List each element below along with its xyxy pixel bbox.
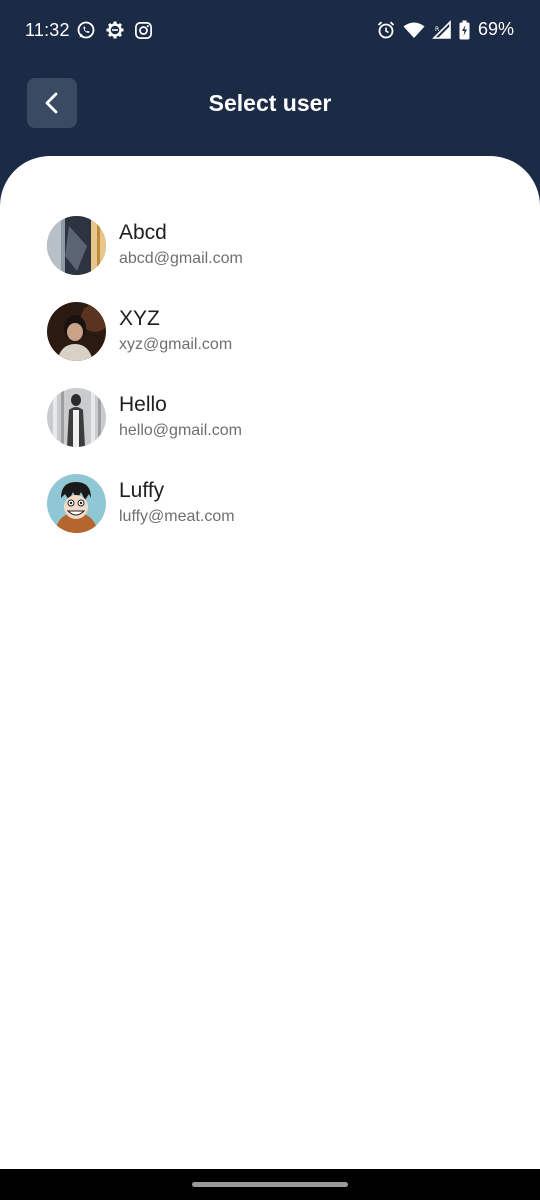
instagram-icon xyxy=(134,21,153,40)
user-email: xyz@gmail.com xyxy=(119,336,233,353)
battery-percentage: 69% xyxy=(477,19,514,39)
user-item-abcd[interactable]: Abcd abcd@gmail.com xyxy=(47,202,507,288)
user-name: XYZ xyxy=(119,307,160,330)
user-item-xyz[interactable]: XYZ xyz@gmail.com xyxy=(47,288,507,374)
svg-text:R: R xyxy=(435,26,439,33)
status-time: 11:32 xyxy=(25,20,70,40)
system-status-icons: R 69% xyxy=(376,19,514,40)
battery-icon xyxy=(459,20,470,40)
whatsapp-icon xyxy=(76,20,96,40)
user-item-luffy[interactable]: Luffy luffy@meat.com xyxy=(47,460,507,546)
user-item-hello[interactable]: Hello hello@gmail.com xyxy=(47,374,507,460)
user-email: luffy@meat.com xyxy=(119,508,235,525)
user-name: Luffy xyxy=(119,479,165,502)
avatar xyxy=(47,387,106,447)
home-gesture-handle[interactable] xyxy=(192,1182,348,1187)
avatar xyxy=(47,301,106,361)
user-email: hello@gmail.com xyxy=(119,422,242,439)
system-navigation-bar xyxy=(0,1169,540,1200)
status-bar: 11:32 R 69% xyxy=(0,0,540,62)
wifi-icon xyxy=(403,21,425,39)
user-list: Abcd abcd@gmail.com XYZ xyz@gmail.com He… xyxy=(47,202,507,546)
page-title: Select user xyxy=(208,90,332,116)
user-list-panel: Abcd abcd@gmail.com XYZ xyz@gmail.com He… xyxy=(0,156,540,1169)
app-header: Select user xyxy=(0,62,540,162)
user-email: abcd@gmail.com xyxy=(119,250,243,267)
alarm-icon xyxy=(376,20,396,40)
settings-gear-icon xyxy=(105,20,125,40)
user-name: Hello xyxy=(119,393,167,416)
signal-icon: R xyxy=(432,19,452,40)
avatar xyxy=(47,215,106,275)
user-name: Abcd xyxy=(119,221,167,244)
avatar xyxy=(47,473,106,533)
notification-icons xyxy=(76,20,153,40)
